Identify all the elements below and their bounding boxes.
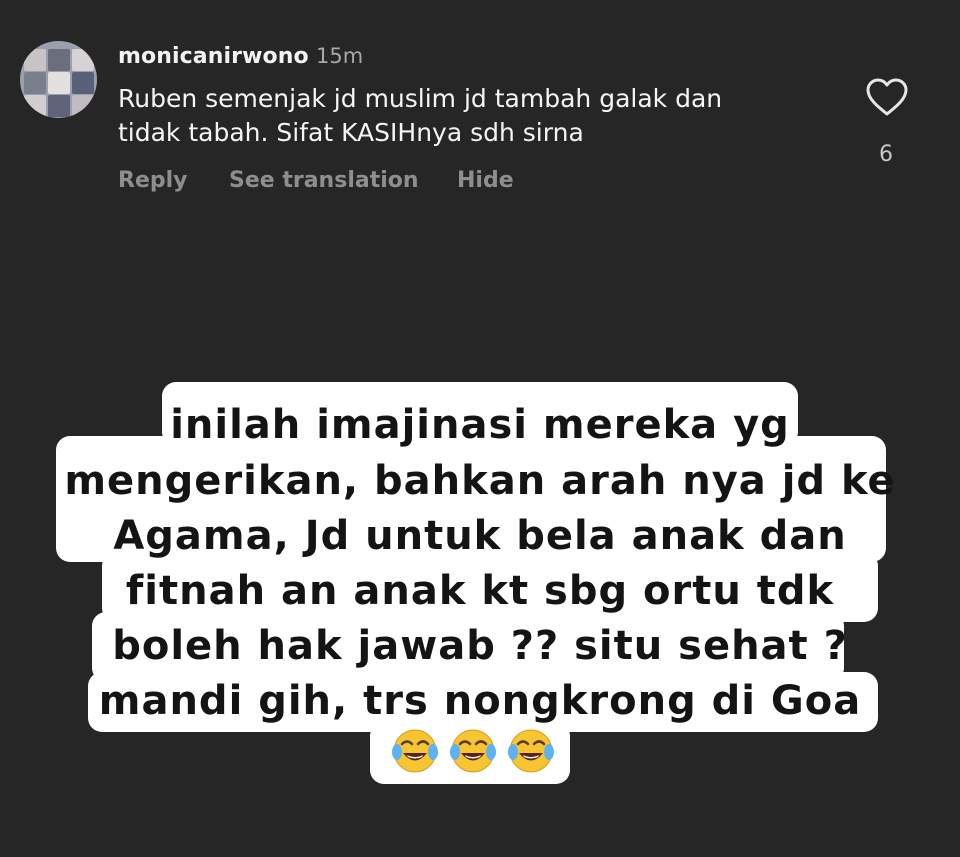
- face-with-tears-of-joy-emoji: [450, 729, 496, 773]
- comment-text-line: tidak tabah. Sifat KASIHnya sdh sirna: [118, 118, 584, 147]
- emoji-row: [384, 726, 564, 778]
- reply-button[interactable]: Reply: [118, 168, 188, 193]
- sticker-text-line: boleh hak jawab ?? situ sehat ?: [112, 623, 848, 669]
- sticker-text-line: inilah imajinasi mereka yg: [170, 402, 790, 448]
- hide-button[interactable]: Hide: [457, 168, 514, 193]
- comment-text-line: Ruben semenjak jd muslim jd tambah galak…: [118, 84, 723, 113]
- avatar[interactable]: [20, 41, 97, 118]
- heart-outline-icon[interactable]: [864, 76, 910, 118]
- comment-timestamp: 15m: [316, 44, 364, 68]
- see-translation-button[interactable]: See translation: [229, 168, 419, 193]
- sticker-text-line: Agama, Jd untuk bela anak dan: [113, 513, 847, 559]
- comment-text: Ruben semenjak jd muslim jd tambah galak…: [118, 82, 838, 150]
- face-with-tears-of-joy-emoji: [392, 729, 438, 773]
- like-count: 6: [879, 142, 893, 167]
- comment-screen: monicanirwono 15m Ruben semenjak jd musl…: [0, 0, 960, 857]
- sticker-text-line: mengerikan, bahkan arah nya jd ke: [64, 458, 896, 504]
- sticker-text-line: mandi gih, trs nongkrong di Goa: [98, 678, 862, 724]
- sticker-text-line: fitnah an anak kt sbg ortu tdk: [125, 568, 835, 614]
- face-with-tears-of-joy-emoji: [508, 729, 554, 773]
- username[interactable]: monicanirwono: [118, 44, 309, 69]
